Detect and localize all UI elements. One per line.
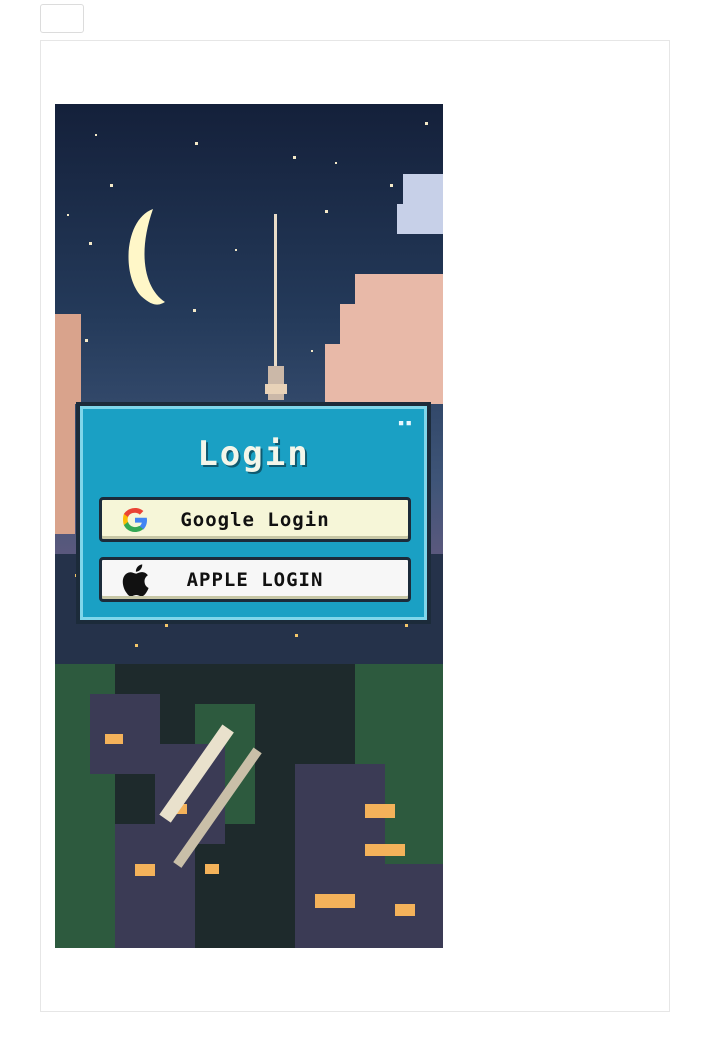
login-title: Login xyxy=(197,434,310,474)
google-g-icon xyxy=(118,503,152,537)
login-dialog: ▪▪ Login Google Login APPLE LOGIN xyxy=(76,402,431,624)
apple-login-button[interactable]: APPLE LOGIN xyxy=(99,557,411,602)
login-screen: ▪▪ Login Google Login APPLE LOGIN xyxy=(55,104,443,948)
google-login-button[interactable]: Google Login xyxy=(99,497,411,542)
apple-logo-icon xyxy=(118,563,152,597)
window-dots-icon: ▪▪ xyxy=(397,416,413,429)
top-small-button[interactable] xyxy=(40,4,84,33)
apple-login-label: APPLE LOGIN xyxy=(186,568,324,591)
google-login-label: Google Login xyxy=(180,508,330,531)
